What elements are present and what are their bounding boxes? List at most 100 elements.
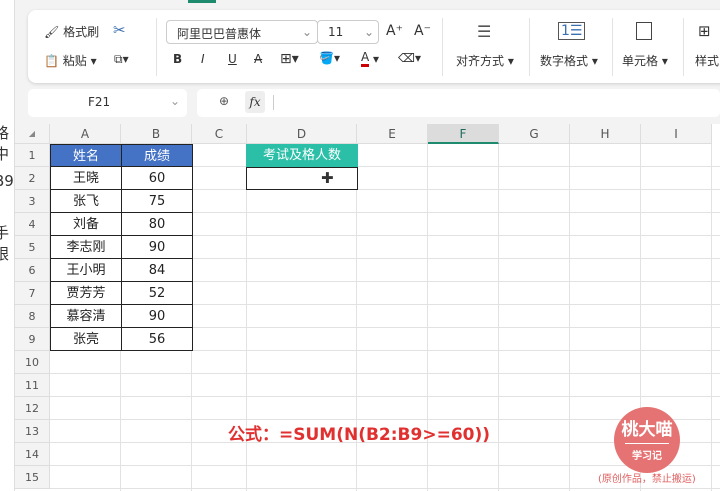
fx-button[interactable]: fx: [245, 91, 265, 113]
gridline: [50, 465, 720, 466]
row-header-6[interactable]: 6: [15, 259, 50, 282]
name-cell[interactable]: 贾芳芳: [50, 282, 122, 305]
column-header-h[interactable]: H: [570, 124, 641, 144]
increase-font-icon[interactable]: A⁺: [386, 23, 403, 39]
column-header-e[interactable]: E: [357, 124, 428, 144]
row-header-3[interactable]: 3: [15, 190, 50, 213]
font-color-button[interactable]: A: [361, 50, 370, 67]
active-tab-indicator: [188, 0, 216, 3]
row-header-4[interactable]: 4: [15, 213, 50, 236]
row-header-15[interactable]: 15: [15, 466, 50, 489]
column-header-c[interactable]: C: [192, 124, 247, 144]
row-header-14[interactable]: 14: [15, 443, 50, 466]
name-cell[interactable]: 李志刚: [50, 236, 122, 259]
bold-button[interactable]: B: [173, 52, 182, 66]
name-cell[interactable]: 张飞: [50, 190, 122, 213]
zoom-search-icon[interactable]: ⊕: [219, 94, 229, 108]
chevron-down-icon: ⌄: [364, 25, 375, 39]
name-box[interactable]: F21 ⌄: [28, 89, 187, 117]
format-painter-label: 格式刷: [63, 25, 100, 39]
column-header-g[interactable]: G: [499, 124, 570, 144]
font-name-value: 阿里巴巴普惠体: [177, 27, 262, 41]
name-cell[interactable]: 慕容清: [50, 305, 122, 328]
decrease-font-icon[interactable]: A⁻: [414, 23, 431, 39]
score-cell[interactable]: 90: [121, 236, 193, 259]
gridline: [50, 488, 720, 489]
cell-button[interactable]: 单元格 ▾: [622, 52, 668, 69]
font-name-select[interactable]: 阿里巴巴普惠体 ⌄: [166, 20, 318, 44]
watermark-note: (原创作品，禁止搬运): [598, 474, 696, 485]
cell-label: 单元格: [622, 54, 659, 68]
formula-annotation: 公式：=SUM(N(B2:B9>=60)): [228, 425, 491, 445]
column-header-b[interactable]: B: [121, 124, 192, 144]
column-header-a[interactable]: A: [50, 124, 121, 144]
row-header-8[interactable]: 8: [15, 305, 50, 328]
name-cell[interactable]: 张亮: [50, 328, 122, 351]
watermark-title: 桃大喵: [621, 420, 673, 440]
italic-button[interactable]: I: [201, 52, 205, 66]
gridline: [569, 144, 570, 491]
column-header-d[interactable]: D: [247, 124, 357, 144]
score-cell[interactable]: 60: [121, 167, 193, 190]
row-header-10[interactable]: 10: [15, 351, 50, 374]
gridline: [711, 144, 712, 491]
watermark-subtitle: 学习记: [632, 451, 662, 462]
format-painter-button[interactable]: 🖌 格式刷: [44, 23, 99, 40]
font-size-value: 11: [328, 25, 344, 39]
score-cell[interactable]: 84: [121, 259, 193, 282]
row-header-1[interactable]: 1: [15, 144, 50, 167]
score-cell[interactable]: 90: [121, 305, 193, 328]
row-header-13[interactable]: 13: [15, 420, 50, 443]
table-header-name[interactable]: 姓名: [50, 144, 122, 167]
row-header-9[interactable]: 9: [15, 328, 50, 351]
underline-button[interactable]: U: [228, 52, 237, 66]
number-format-icon: 1☰: [558, 22, 586, 40]
result-header[interactable]: 考试及格人数: [246, 144, 358, 167]
style-button[interactable]: 样式: [695, 52, 719, 69]
cut-icon[interactable]: ✂: [113, 21, 126, 39]
border-icon[interactable]: ⊞▾: [280, 51, 299, 67]
name-cell[interactable]: 王晓: [50, 167, 122, 190]
font-size-select[interactable]: 11 ⌄: [317, 20, 379, 44]
row-header-2[interactable]: 2: [15, 167, 50, 190]
score-cell[interactable]: 80: [121, 213, 193, 236]
chevron-down-icon: ⌄: [302, 25, 313, 39]
result-cell[interactable]: [246, 167, 358, 190]
row-header-12[interactable]: 12: [15, 397, 50, 420]
background-window-strip: 格中 B9 手眼: [0, 0, 15, 491]
gridline: [498, 144, 499, 491]
gridline: [50, 396, 720, 397]
partial-text: 格中: [0, 122, 14, 164]
fill-color-icon[interactable]: 🪣▾: [319, 51, 340, 65]
eraser-icon[interactable]: ⌫▾: [398, 51, 421, 65]
chevron-down-icon: ⌄: [170, 94, 181, 108]
gridline: [50, 373, 720, 374]
column-header-i[interactable]: I: [641, 124, 712, 144]
score-cell[interactable]: 75: [121, 190, 193, 213]
row-header-7[interactable]: 7: [15, 282, 50, 305]
copy-icon[interactable]: ⧉▾: [114, 52, 129, 67]
row-header-5[interactable]: 5: [15, 236, 50, 259]
table-header-score[interactable]: 成绩: [121, 144, 193, 167]
align-icon: ☰: [477, 22, 492, 41]
ribbon: 🖌 格式刷 ✂ 📋 粘贴 ▾ ⧉▾ 阿里巴巴普惠体 ⌄ 11 ⌄ A⁺ A⁻ B I…: [28, 10, 720, 83]
score-cell[interactable]: 52: [121, 282, 193, 305]
name-cell[interactable]: 王小明: [50, 259, 122, 282]
partial-text: B9: [0, 172, 14, 190]
column-header-f[interactable]: F: [428, 124, 499, 144]
select-all-corner[interactable]: ◢: [15, 124, 50, 144]
number-format-button[interactable]: 数字格式 ▾: [540, 52, 598, 69]
formula-input[interactable]: ⊕ fx: [197, 89, 720, 117]
cursor-crosshair-icon: ✚: [321, 169, 334, 187]
number-format-label: 数字格式: [540, 54, 589, 68]
paste-label: 粘贴: [62, 54, 87, 68]
align-button[interactable]: 对齐方式 ▾: [456, 52, 514, 69]
align-label: 对齐方式: [456, 54, 505, 68]
style-icon: ⊞: [698, 22, 711, 40]
name-box-value: F21: [88, 95, 111, 109]
strikethrough-button[interactable]: A: [254, 52, 262, 66]
score-cell[interactable]: 56: [121, 328, 193, 351]
name-cell[interactable]: 刘备: [50, 213, 122, 236]
paste-button[interactable]: 📋 粘贴 ▾: [44, 52, 97, 69]
row-header-11[interactable]: 11: [15, 374, 50, 397]
